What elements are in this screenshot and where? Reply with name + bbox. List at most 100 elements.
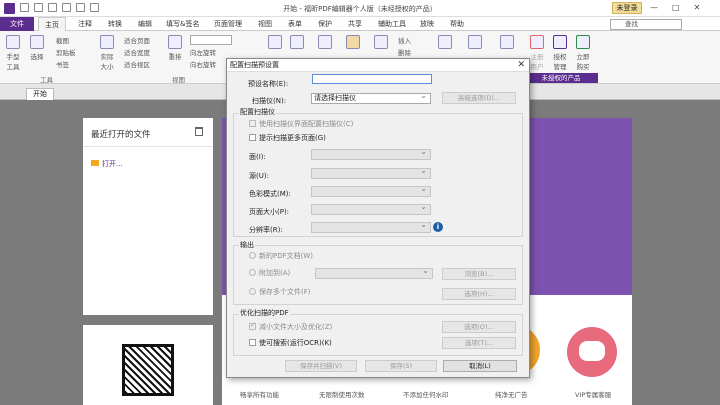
actual-size-button[interactable]: 实际 大小 (100, 35, 114, 71)
scanner-label: 扫描仪(N): (252, 97, 287, 105)
options-o-button[interactable]: 选项(O)... (442, 321, 516, 333)
save-and-scan-button[interactable]: 保存并扫描(V) (285, 360, 357, 372)
tab-edit[interactable]: 编辑 (132, 17, 158, 31)
rotate-right-button[interactable]: 向右旋转 (190, 59, 216, 69)
reduce-size-label: 减小文件大小及优化(Z) (259, 323, 333, 331)
group-label-tools: 工具 (40, 76, 53, 84)
search-input[interactable]: 查找 (610, 19, 682, 30)
tab-forms[interactable]: 表单 (282, 17, 308, 31)
snapshot-button[interactable]: 截图 (56, 35, 69, 45)
insert-button[interactable]: 插入 (398, 35, 411, 45)
fit-page-button[interactable]: 适合页面 (124, 35, 150, 45)
reflow-button[interactable]: 重排 (168, 35, 182, 61)
cancel-button[interactable]: 取消(L) (443, 360, 517, 372)
dialog-close-icon[interactable]: ✕ (517, 59, 525, 72)
use-scanner-ui-checkbox[interactable] (249, 120, 256, 127)
append-to-radio[interactable] (249, 269, 256, 276)
delete-button[interactable]: 删除 (398, 47, 411, 57)
save-multiple-radio[interactable] (249, 288, 256, 295)
advanced-options-button[interactable]: 高级选项(D)... (442, 92, 516, 104)
register-user-button[interactable]: 注册 用户 (530, 35, 544, 71)
highlight-text-icon[interactable] (346, 35, 360, 51)
bookmark-button[interactable]: 书签 (56, 59, 69, 69)
text-box-icon[interactable] (318, 35, 332, 51)
color-mode-select[interactable] (311, 184, 431, 197)
convert-icon[interactable] (374, 35, 388, 51)
save-multiple-label: 保存多个文件(F) (259, 288, 311, 296)
tab-fill-sign[interactable]: 填写&签名 (160, 17, 205, 31)
resolution-select[interactable] (311, 220, 431, 233)
prompt-more-checkbox[interactable] (249, 134, 256, 141)
text-edit-icon[interactable] (290, 35, 304, 51)
browse-button[interactable]: 浏览(B)... (442, 268, 516, 280)
select-button[interactable]: 选择 (30, 35, 44, 61)
append-target-select[interactable] (315, 266, 433, 279)
tab-convert[interactable]: 转换 (102, 17, 128, 31)
source-select[interactable] (311, 166, 431, 179)
options-h-button[interactable]: 选项(H)... (442, 288, 516, 300)
tab-view[interactable]: 视图 (252, 17, 278, 31)
optimize-group: 优化扫描的PDF (239, 308, 290, 318)
side-label: 面(I): (249, 153, 266, 161)
tab-comment[interactable]: 注释 (72, 17, 98, 31)
recent-files-title: 最近打开的文件 (91, 130, 151, 140)
fit-width-button[interactable]: 适合宽度 (124, 47, 150, 57)
tab-start[interactable]: 开始 (26, 88, 54, 100)
preset-name-label: 预设名称(E): (248, 80, 289, 88)
fit-visible-button[interactable]: 适合视区 (124, 59, 150, 69)
trash-icon[interactable] (195, 127, 203, 136)
append-to-label: 附加到(A) (259, 269, 291, 277)
tab-presentation[interactable]: 放映 (414, 17, 440, 31)
feature-no-watermark: 不添加任何水印 (403, 391, 449, 399)
reduce-size-checkbox[interactable] (249, 321, 256, 330)
new-pdf-radio[interactable] (249, 252, 256, 259)
folder-icon (91, 160, 99, 166)
scanner-select[interactable]: 请选择扫描仪 (311, 91, 431, 104)
feature-no-ads: 纯净无广告 (495, 391, 528, 399)
group-label-view: 视图 (172, 76, 185, 84)
typewriter-icon[interactable] (268, 35, 282, 51)
side-select[interactable] (311, 147, 431, 160)
buy-now-button[interactable]: 立即 购买 (576, 35, 590, 71)
ocr-icon[interactable] (468, 35, 482, 51)
open-file-link[interactable]: 打开... (91, 159, 123, 169)
clipboard-button[interactable]: 剪贴板 (56, 47, 76, 57)
license-icon (553, 35, 567, 49)
config-scanner-group: 配置扫描仪 (239, 107, 276, 117)
tab-help[interactable]: 帮助 (444, 17, 470, 31)
tab-share[interactable]: 共享 (342, 17, 368, 31)
auth-manage-button[interactable]: 授权 管理 (553, 35, 567, 71)
tab-protect[interactable]: 保护 (312, 17, 338, 31)
make-searchable-label: 使可搜索(运行OCR)(K) (259, 339, 332, 347)
print-button-icon[interactable] (500, 35, 514, 51)
feature-all: 畅享所有功能 (240, 391, 279, 399)
dialog-title: 配置扫描预设置 (227, 59, 529, 72)
info-icon[interactable]: i (433, 222, 443, 232)
page-size-select[interactable] (311, 202, 431, 215)
hand-tool-button[interactable]: 手型 工具 (6, 35, 20, 71)
source-label: 源(U): (249, 172, 269, 180)
use-scanner-ui-label: 使用扫描仪界面配置扫描仪(C) (259, 120, 354, 128)
tab-home[interactable]: 主页 (38, 17, 66, 31)
options-t-button[interactable]: 选项(T)... (442, 337, 516, 349)
output-group: 输出 (239, 240, 255, 250)
rotate-left-button[interactable]: 向左旋转 (190, 47, 216, 57)
menu-bar: 文件 主页 注释 转换 编辑 填写&签名 页面管理 视图 表单 保护 共享 辅助… (0, 17, 720, 31)
minimize-icon[interactable]: — (650, 3, 658, 12)
maximize-icon[interactable]: □ (672, 3, 680, 12)
file-menu[interactable]: 文件 (0, 17, 34, 31)
group-label-unauthorized: 未授权的产品 (524, 73, 598, 83)
preset-name-input[interactable] (312, 74, 432, 84)
login-button[interactable]: 未登录 (612, 2, 642, 14)
scan-icon[interactable] (438, 35, 452, 51)
zoom-combo[interactable] (190, 35, 232, 45)
resolution-label: 分辨率(R): (249, 226, 283, 234)
save-button[interactable]: 保存(S) (365, 360, 437, 372)
make-searchable-checkbox[interactable] (249, 339, 256, 346)
cart-icon (576, 35, 590, 49)
tab-page-manage[interactable]: 页面管理 (208, 17, 248, 31)
close-icon[interactable]: ✕ (694, 3, 701, 12)
tab-accessibility[interactable]: 辅助工具 (372, 17, 412, 31)
color-mode-label: 色彩模式(M): (249, 190, 291, 198)
reflow-icon (168, 35, 182, 49)
